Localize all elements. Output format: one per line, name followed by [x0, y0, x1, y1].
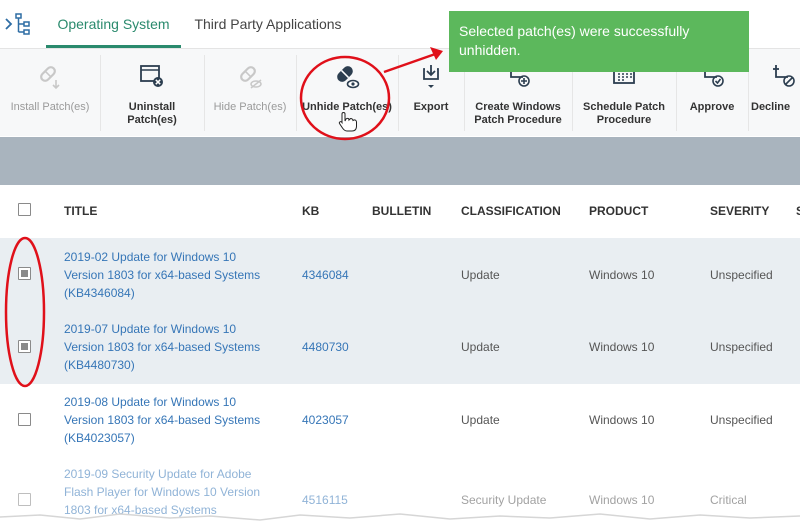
torn-edge: [0, 513, 800, 527]
title-line: 2019-07 Update for Windows 10: [64, 322, 237, 336]
kb-link[interactable]: 4480730: [302, 338, 349, 356]
success-notification: Selected patch(es) were successfully unh…: [449, 11, 749, 72]
uninstall-label-line2: Patch(es): [127, 114, 177, 126]
column-header-severity[interactable]: SEVERITY: [710, 204, 769, 218]
column-header-title[interactable]: TITLE: [64, 204, 97, 218]
schedule-label-line2: Procedure: [596, 114, 652, 126]
title-line: 2019-02 Update for Windows 10: [64, 250, 237, 264]
title-line: (KB4480730): [64, 358, 135, 372]
install-patches-button[interactable]: Install Patch(es): [0, 49, 100, 137]
product-cell: Windows 10: [589, 340, 655, 354]
column-header-kb[interactable]: KB: [302, 204, 319, 218]
title-line: Version 1803 for x64-based Systems: [64, 340, 261, 354]
select-all-checkbox[interactable]: [18, 203, 31, 216]
decline-button[interactable]: Decline: [749, 49, 800, 137]
hide-patches-label: Hide Patch(es): [213, 101, 287, 113]
classification-cell: Update: [461, 268, 500, 282]
approve-label: Approve: [689, 101, 735, 113]
kb-link[interactable]: 4023057: [302, 411, 349, 429]
severity-cell: Unspecified: [710, 413, 773, 427]
hide-patches-button[interactable]: Hide Patch(es): [205, 49, 295, 137]
install-patches-label: Install Patch(es): [10, 101, 90, 113]
export-icon: [416, 61, 446, 91]
patch-title-link[interactable]: 2019-08 Update for Windows 10 Version 18…: [64, 393, 274, 447]
column-header-bulletin[interactable]: BULLETIN: [372, 204, 431, 218]
export-label: Export: [413, 101, 449, 113]
title-line: (KB4346084): [64, 286, 135, 300]
create-label-line1: Create Windows: [475, 101, 561, 113]
product-cell: Windows 10: [589, 268, 655, 282]
title-line: Version 1803 for x64-based Systems: [64, 268, 261, 282]
patch-title-link[interactable]: 2019-02 Update for Windows 10 Version 18…: [64, 248, 274, 302]
title-line: 2019-09 Security Update for Adobe: [64, 467, 252, 481]
product-cell: Windows 10: [589, 413, 655, 427]
severity-cell: Unspecified: [710, 340, 773, 354]
tree-toggle-icon[interactable]: [2, 10, 38, 38]
severity-cell: Unspecified: [710, 268, 773, 282]
filter-bar: [0, 137, 800, 185]
unhide-patches-label: Unhide Patch(es): [302, 101, 392, 113]
classification-cell: Update: [461, 340, 500, 354]
create-label-line2: Patch Procedure: [474, 114, 562, 126]
decline-icon: [768, 61, 798, 91]
patch-title-link[interactable]: 2019-07 Update for Windows 10 Version 18…: [64, 320, 274, 374]
row-checkbox[interactable]: [18, 413, 31, 426]
title-line: Version 1803 for x64-based Systems: [64, 413, 261, 427]
install-patch-icon: [35, 61, 65, 91]
kb-link[interactable]: 4346084: [302, 266, 349, 284]
title-line: 2019-08 Update for Windows 10: [64, 395, 237, 409]
table-header: TITLE KB BULLETIN CLASSIFICATION PRODUCT…: [0, 185, 800, 239]
row-checkbox[interactable]: [18, 340, 31, 353]
uninstall-patches-label: Uninstall Patch(es): [101, 101, 203, 127]
unhide-patch-icon: [332, 61, 362, 91]
uninstall-patch-icon: [137, 61, 167, 91]
schedule-label-line1: Schedule Patch: [583, 101, 665, 113]
row-checkbox[interactable]: [18, 267, 31, 280]
hide-patch-icon: [235, 61, 265, 91]
table-row[interactable]: 2019-07 Update for Windows 10 Version 18…: [0, 311, 800, 384]
table-row[interactable]: 2019-02 Update for Windows 10 Version 18…: [0, 238, 800, 311]
tab-third-party-applications[interactable]: Third Party Applications: [182, 16, 354, 48]
table-row[interactable]: 2019-08 Update for Windows 10 Version 18…: [0, 384, 800, 457]
uninstall-patches-button[interactable]: Uninstall Patch(es): [101, 49, 203, 137]
column-header-product[interactable]: PRODUCT: [589, 204, 648, 218]
title-line: (KB4023057): [64, 431, 135, 445]
column-header-classification[interactable]: CLASSIFICATION: [461, 204, 561, 218]
unhide-patches-button[interactable]: Unhide Patch(es): [297, 49, 397, 137]
classification-cell: Update: [461, 413, 500, 427]
decline-label: Decline: [751, 101, 791, 113]
schedule-procedure-label: Schedule Patch Procedure: [573, 101, 675, 127]
column-header-overflow[interactable]: S: [796, 204, 800, 218]
uninstall-label-line1: Uninstall: [128, 101, 176, 113]
title-line: Flash Player for Windows 10 Version: [64, 485, 261, 499]
create-procedure-label: Create Windows Patch Procedure: [465, 101, 571, 127]
tab-operating-system[interactable]: Operating System: [46, 16, 181, 48]
